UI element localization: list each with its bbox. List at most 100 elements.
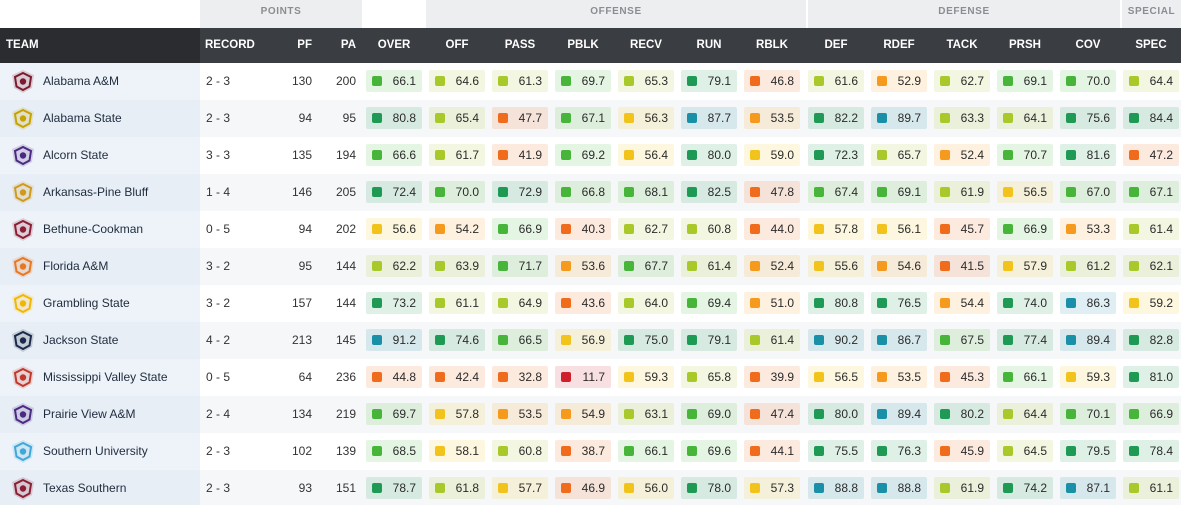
prsh-grade-value: 70.7 — [1023, 148, 1047, 162]
run-grade-value: 69.0 — [707, 407, 731, 421]
pblk-grade-cell: 69.2 — [555, 144, 611, 166]
grade-indicator-icon — [1003, 446, 1013, 456]
grade-indicator-icon — [687, 224, 697, 234]
grade-indicator-icon — [435, 483, 445, 493]
team-name-link[interactable]: Alabama A&M — [43, 63, 119, 100]
team-cell[interactable]: Alcorn State — [0, 137, 200, 174]
rdef-column-header[interactable]: RDEF — [867, 28, 931, 63]
team-column-header[interactable]: TEAM — [6, 28, 39, 63]
table-row[interactable]: Bethune-Cookman 0 - 5 94 202 56.6 54.2 6… — [0, 211, 1181, 248]
alabama-am-logo — [10, 69, 36, 94]
team-cell[interactable]: Prairie View A&M — [0, 396, 200, 433]
team-cell[interactable]: Arkansas-Pine Bluff — [0, 174, 200, 211]
team-cell[interactable]: Southern University — [0, 433, 200, 470]
team-name-link[interactable]: Mississippi Valley State — [43, 359, 168, 396]
spec-grade-value: 66.9 — [1149, 407, 1173, 421]
grade-indicator-icon — [435, 187, 445, 197]
off-grade-value: 54.2 — [455, 222, 479, 236]
table-row[interactable]: Alabama State 2 - 3 94 95 80.8 65.4 47.7… — [0, 100, 1181, 137]
record-value: 2 - 3 — [206, 111, 231, 125]
pass-column-header[interactable]: PASS — [488, 28, 552, 63]
pass-grade-value: 71.7 — [518, 259, 542, 273]
grade-indicator-icon — [435, 113, 445, 123]
table-row[interactable]: Texas Southern 2 - 3 93 151 78.7 61.8 57… — [0, 470, 1181, 505]
grade-indicator-icon — [435, 76, 445, 86]
team-header-cell: TEAM — [0, 28, 200, 63]
team-name-link[interactable]: Grambling State — [43, 285, 130, 322]
team-cell[interactable]: Florida A&M — [0, 248, 200, 285]
team-cell[interactable]: Alabama A&M — [0, 63, 200, 100]
tack-column-header[interactable]: TACK — [930, 28, 994, 63]
grade-indicator-icon — [814, 446, 824, 456]
run-grade-value: 61.4 — [707, 259, 731, 273]
grade-indicator-icon — [1066, 187, 1076, 197]
team-cell[interactable]: Jackson State — [0, 322, 200, 359]
pa-column-header[interactable]: PA — [326, 28, 356, 63]
team-name-link[interactable]: Prairie View A&M — [43, 396, 135, 433]
pass-grade-value: 61.3 — [518, 74, 542, 88]
table-row[interactable]: Alcorn State 3 - 3 135 194 66.6 61.7 41.… — [0, 137, 1181, 174]
spec-grade-value: 62.1 — [1149, 259, 1173, 273]
recv-column-header[interactable]: RECV — [614, 28, 678, 63]
run-grade-value: 65.8 — [707, 370, 731, 384]
points-for-value: 94 — [298, 222, 312, 236]
run-column-header[interactable]: RUN — [677, 28, 741, 63]
team-cell[interactable]: Bethune-Cookman — [0, 211, 200, 248]
spec-grade-cell: 62.1 — [1123, 255, 1179, 277]
prsh-grade-value: 74.2 — [1023, 481, 1047, 495]
team-name-link[interactable]: Florida A&M — [43, 248, 108, 285]
table-row[interactable]: Southern University 2 - 3 102 139 68.5 5… — [0, 433, 1181, 470]
spec-column-header[interactable]: SPEC — [1119, 28, 1181, 63]
team-cell[interactable]: Alabama State — [0, 100, 200, 137]
cov-grade-value: 70.1 — [1086, 407, 1110, 421]
grade-indicator-icon — [435, 150, 445, 160]
grade-indicator-icon — [1066, 76, 1076, 86]
tack-grade-cell: 41.5 — [934, 255, 990, 277]
table-row[interactable]: Jackson State 4 - 2 213 145 91.2 74.6 66… — [0, 322, 1181, 359]
team-name-link[interactable]: Alcorn State — [43, 137, 108, 174]
table-row[interactable]: Florida A&M 3 - 2 95 144 62.2 63.9 71.7 … — [0, 248, 1181, 285]
rblk-column-header[interactable]: RBLK — [740, 28, 804, 63]
spec-grade-value: 61.1 — [1149, 481, 1173, 495]
team-cell[interactable]: Texas Southern — [0, 470, 200, 505]
team-name-link[interactable]: Jackson State — [43, 322, 118, 359]
cov-grade-cell: 86.3 — [1060, 292, 1116, 314]
pblk-column-header[interactable]: PBLK — [551, 28, 615, 63]
rblk-grade-cell: 46.8 — [744, 70, 800, 92]
spec-grade-value: 64.4 — [1149, 74, 1173, 88]
grade-indicator-icon — [877, 372, 887, 382]
team-name-link[interactable]: Texas Southern — [43, 470, 126, 505]
team-name-link[interactable]: Bethune-Cookman — [43, 211, 143, 248]
prsh-column-header[interactable]: PRSH — [993, 28, 1057, 63]
table-row[interactable]: Grambling State 3 - 2 157 144 73.2 61.1 … — [0, 285, 1181, 322]
record-value: 2 - 3 — [206, 481, 231, 495]
table-row[interactable]: Mississippi Valley State 0 - 5 64 236 44… — [0, 359, 1181, 396]
team-cell[interactable]: Grambling State — [0, 285, 200, 322]
table-row[interactable]: Arkansas-Pine Bluff 1 - 4 146 205 72.4 7… — [0, 174, 1181, 211]
team-cell[interactable]: Mississippi Valley State — [0, 359, 200, 396]
def-column-header[interactable]: DEF — [804, 28, 868, 63]
off-column-header[interactable]: OFF — [425, 28, 489, 63]
off-grade-cell: 61.8 — [429, 477, 485, 499]
cov-column-header[interactable]: COV — [1056, 28, 1120, 63]
team-name-link[interactable]: Arkansas-Pine Bluff — [43, 174, 148, 211]
pf-column-header[interactable]: PF — [282, 28, 312, 63]
grade-indicator-icon — [372, 224, 382, 234]
recv-grade-value: 66.1 — [644, 444, 668, 458]
team-name-link[interactable]: Southern University — [43, 433, 148, 470]
prsh-grade-cell: 64.5 — [997, 440, 1053, 462]
pass-grade-value: 72.9 — [518, 185, 542, 199]
pblk-grade-cell: 40.3 — [555, 218, 611, 240]
grade-indicator-icon — [750, 483, 760, 493]
pass-grade-cell: 32.8 — [492, 366, 548, 388]
table-row[interactable]: Alabama A&M 2 - 3 130 200 66.1 64.6 61.3… — [0, 63, 1181, 100]
pass-grade-value: 47.7 — [518, 111, 542, 125]
prsh-grade-value: 66.9 — [1023, 222, 1047, 236]
over-column-header[interactable]: OVER — [362, 28, 426, 63]
table-row[interactable]: Prairie View A&M 2 - 4 134 219 69.7 57.8… — [0, 396, 1181, 433]
grade-indicator-icon — [372, 187, 382, 197]
cov-grade-cell: 79.5 — [1060, 440, 1116, 462]
team-name-link[interactable]: Alabama State — [43, 100, 122, 137]
record-column-header[interactable]: RECORD — [205, 28, 265, 63]
over-grade-value: 69.7 — [392, 407, 416, 421]
